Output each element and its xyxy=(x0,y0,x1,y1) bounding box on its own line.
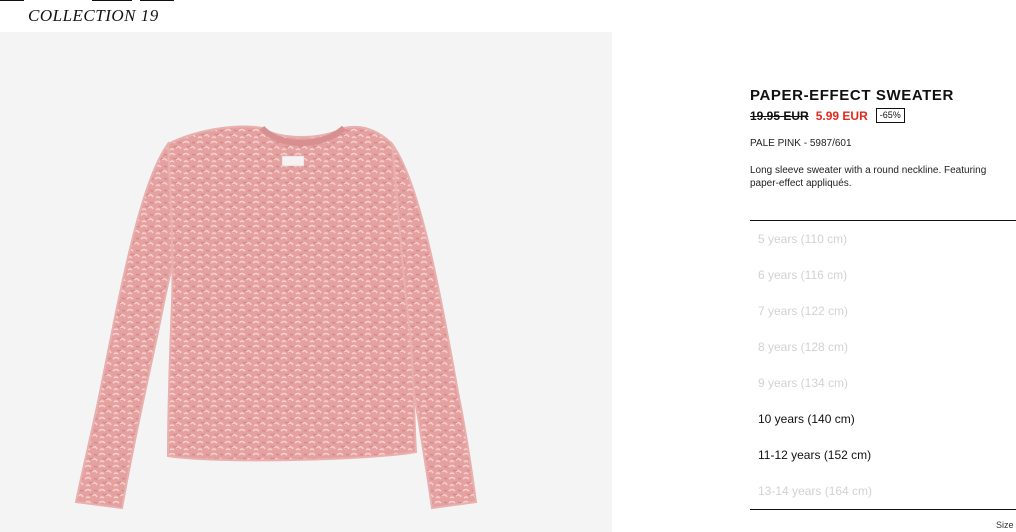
discount-badge: -65% xyxy=(875,108,905,123)
collection-label[interactable]: COLLECTION 19 xyxy=(28,6,159,26)
color-reference: PALE PINK - 5987/601 xyxy=(750,138,852,149)
size-guide-link[interactable]: Size xyxy=(996,520,1014,530)
old-price: 19.95 EUR xyxy=(750,108,809,123)
size-option[interactable]: 10 years (140 cm) xyxy=(750,401,1016,437)
size-option[interactable]: 6 years (116 cm) xyxy=(750,257,1016,293)
size-option[interactable]: 8 years (128 cm) xyxy=(750,329,1016,365)
product-description: Long sleeve sweater with a round necklin… xyxy=(750,165,987,189)
logo-stroke xyxy=(92,0,132,1)
product-title: PAPER-EFFECT SWEATER xyxy=(750,87,954,104)
logo-stroke xyxy=(0,0,24,1)
size-option[interactable]: 7 years (122 cm) xyxy=(750,293,1016,329)
product-image[interactable] xyxy=(0,32,612,532)
size-option[interactable]: 5 years (110 cm) xyxy=(750,221,1016,257)
sweater-illustration xyxy=(74,125,478,510)
size-option[interactable]: 11-12 years (152 cm) xyxy=(750,437,1016,473)
size-list: 5 years (110 cm) 6 years (116 cm) 7 years … xyxy=(750,221,1016,509)
logo-stroke xyxy=(140,0,174,1)
size-list-bottom-divider xyxy=(750,509,1016,510)
sale-price: 5.99 EUR xyxy=(815,108,868,123)
size-option[interactable]: 13-14 years (164 cm) xyxy=(750,473,1016,509)
size-option[interactable]: 9 years (134 cm) xyxy=(750,365,1016,401)
price-row: 19.95 EUR 5.99 EUR -65% xyxy=(750,108,905,123)
